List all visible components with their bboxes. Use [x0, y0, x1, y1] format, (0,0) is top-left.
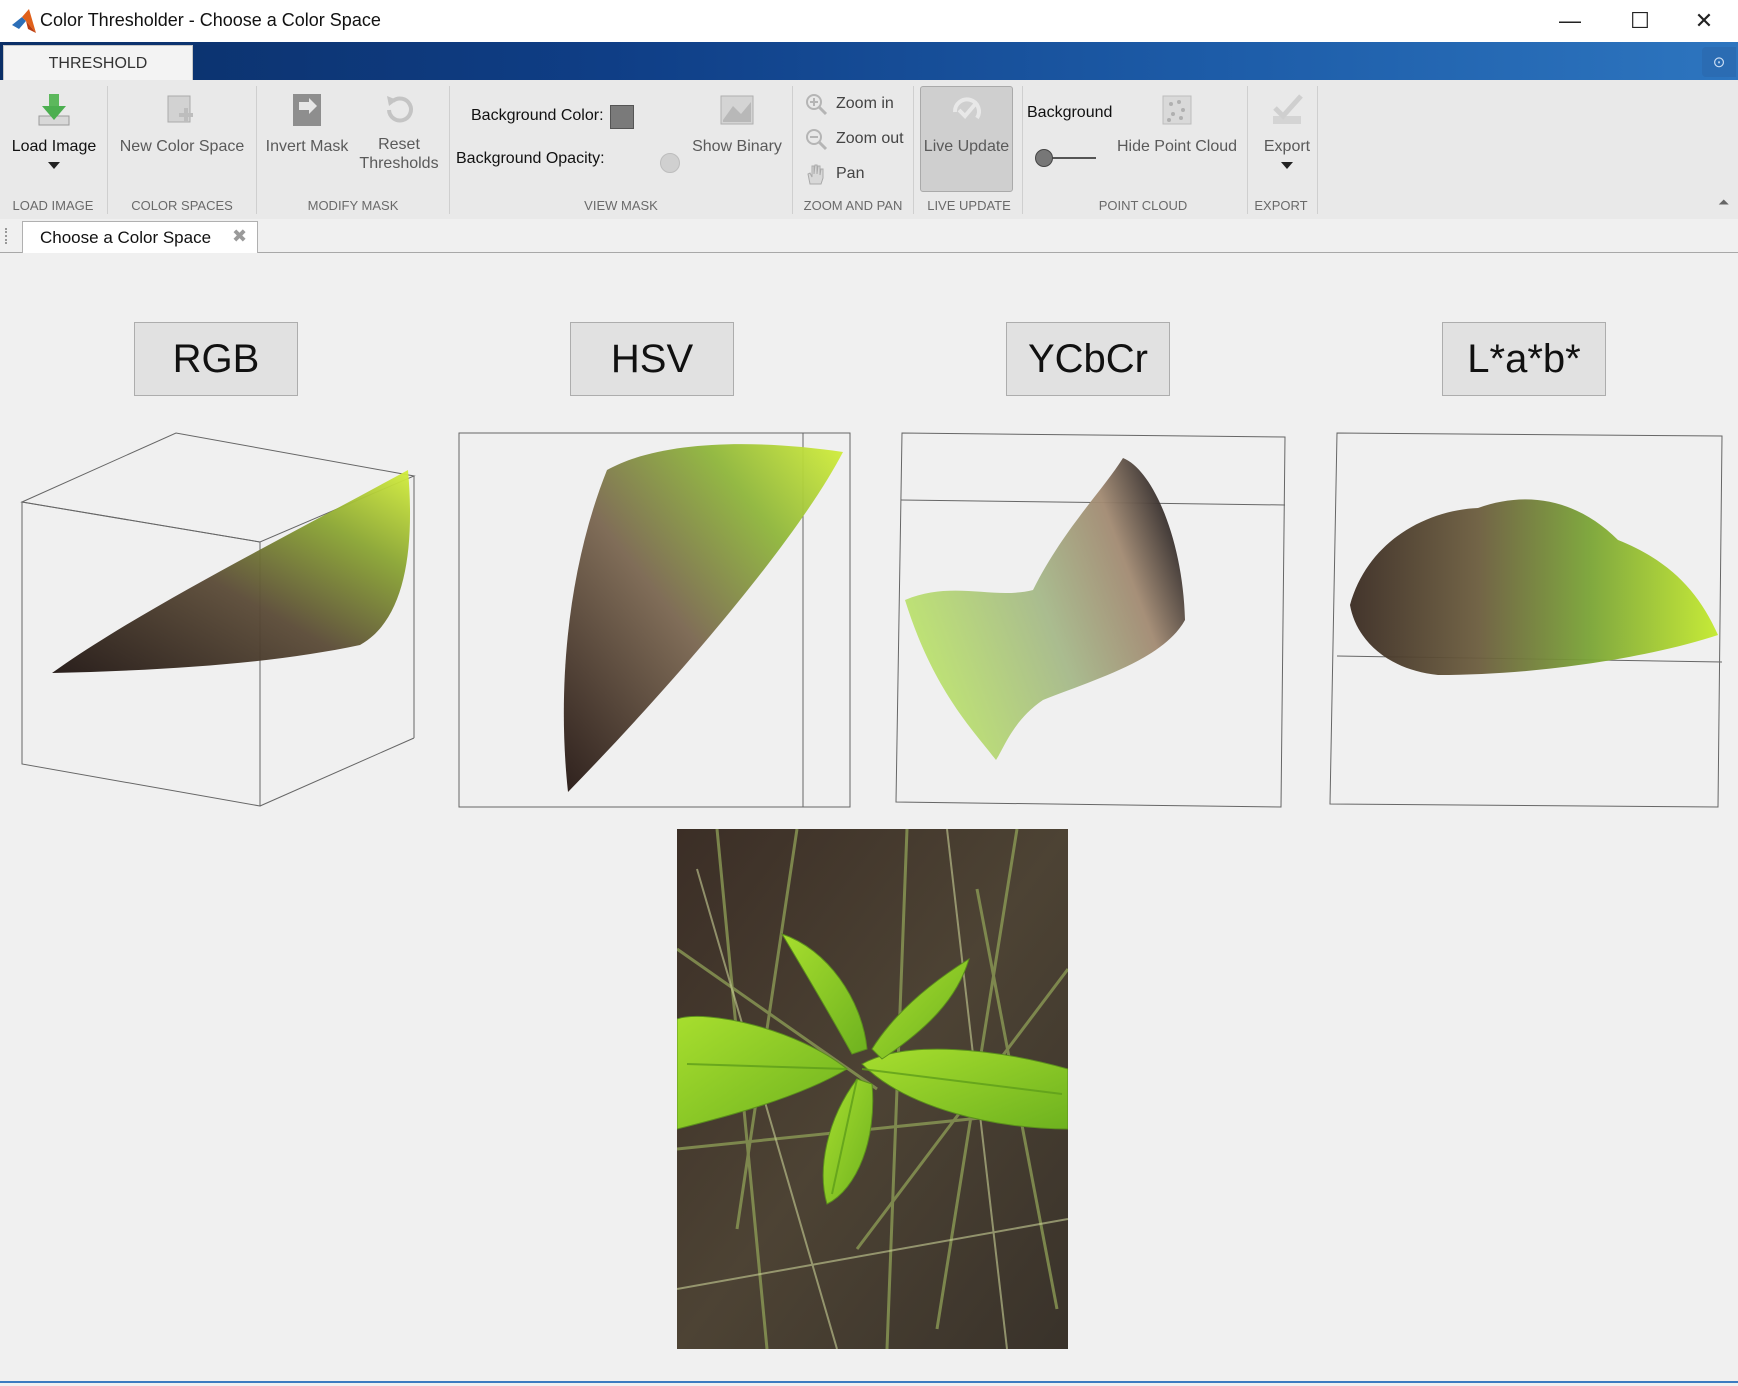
invert-mask-button[interactable]: Invert Mask — [262, 90, 352, 156]
section-divider — [913, 86, 914, 214]
window-title: Color Thresholder - Choose a Color Space — [40, 10, 381, 30]
load-image-icon — [38, 94, 70, 126]
section-label-live-update: LIVE UPDATE — [927, 198, 1011, 213]
export-icon — [1273, 94, 1303, 124]
rgb-point-cloud[interactable] — [20, 430, 420, 810]
section-label-modify-mask: MODIFY MASK — [307, 198, 399, 213]
export-button[interactable]: Export — [1252, 90, 1322, 169]
section-divider — [1247, 86, 1248, 214]
rgb-button[interactable]: RGB — [134, 322, 298, 396]
lab-point-cloud[interactable] — [1328, 430, 1726, 810]
section-divider — [256, 86, 257, 214]
close-button[interactable]: ✕ — [1672, 0, 1736, 42]
section-divider — [1317, 86, 1318, 214]
live-update-icon — [952, 97, 981, 120]
collapse-ribbon-icon[interactable]: ⏶ — [1718, 194, 1729, 211]
document-tab-bar — [0, 219, 1738, 253]
new-color-space-button[interactable]: New Color Space — [110, 90, 254, 156]
reset-thresholds-button[interactable]: Reset Thresholds — [352, 90, 446, 173]
tab-grip — [5, 228, 9, 244]
matlab-logo-icon — [12, 9, 36, 33]
hsv-point-cloud[interactable] — [457, 430, 853, 810]
section-divider — [449, 86, 450, 214]
lab-button[interactable]: L*a*b* — [1442, 322, 1606, 396]
background-color-swatch[interactable] — [610, 105, 634, 129]
maximize-button[interactable]: ☐ — [1608, 0, 1672, 42]
tab-choose-color-space[interactable]: Choose a Color Space — [22, 221, 258, 253]
section-label-load-image: LOAD IMAGE — [12, 198, 94, 213]
background-slider-thumb[interactable] — [1035, 149, 1053, 167]
hide-point-cloud-icon — [1162, 95, 1192, 125]
new-color-space-icon — [167, 95, 193, 123]
show-binary-icon — [720, 95, 754, 125]
zoom-out-icon — [806, 129, 828, 151]
status-divider — [0, 1381, 1738, 1383]
zoom-in-icon — [806, 94, 828, 116]
live-update-button[interactable]: Live Update — [920, 90, 1013, 156]
close-icon[interactable]: ✖ — [232, 226, 247, 247]
section-label-export: EXPORT — [1254, 198, 1308, 213]
section-divider — [792, 86, 793, 214]
section-label-point-cloud: POINT CLOUD — [1098, 198, 1188, 213]
background-opacity-label: Background Opacity: — [456, 150, 605, 167]
loaded-image-preview[interactable] — [677, 829, 1068, 1349]
hsv-button[interactable]: HSV — [570, 322, 734, 396]
chevron-down-icon — [1281, 162, 1293, 169]
section-divider — [107, 86, 108, 214]
help-icon[interactable]: ⊙ — [1702, 47, 1736, 77]
section-divider — [1022, 86, 1023, 214]
minimize-button[interactable]: — — [1538, 0, 1602, 42]
point-cloud-background-label: Background — [1027, 104, 1113, 121]
zoom-in-button[interactable]: Zoom in — [804, 92, 894, 116]
background-color-label: Background Color: — [471, 107, 604, 124]
show-binary-button[interactable]: Show Binary — [686, 90, 788, 156]
section-label-zoom-pan: ZOOM AND PAN — [803, 198, 903, 213]
ribbon-tab-strip — [0, 42, 1738, 80]
pan-icon — [807, 164, 824, 185]
tab-threshold[interactable]: THRESHOLD — [3, 45, 193, 81]
zoom-out-button[interactable]: Zoom out — [804, 127, 904, 151]
chevron-down-icon — [48, 162, 60, 169]
pan-button[interactable]: Pan — [804, 162, 864, 186]
section-label-view-mask: VIEW MASK — [584, 198, 658, 213]
hide-point-cloud-button[interactable]: Hide Point Cloud — [1112, 90, 1242, 156]
ycbcr-button[interactable]: YCbCr — [1006, 322, 1170, 396]
section-label-color-spaces: COLOR SPACES — [131, 198, 233, 213]
background-opacity-slider-thumb[interactable] — [660, 153, 680, 173]
load-image-button[interactable]: Load Image — [8, 90, 100, 169]
invert-mask-icon — [293, 94, 321, 126]
ycbcr-point-cloud[interactable] — [893, 430, 1289, 810]
reset-thresholds-icon — [387, 96, 413, 123]
